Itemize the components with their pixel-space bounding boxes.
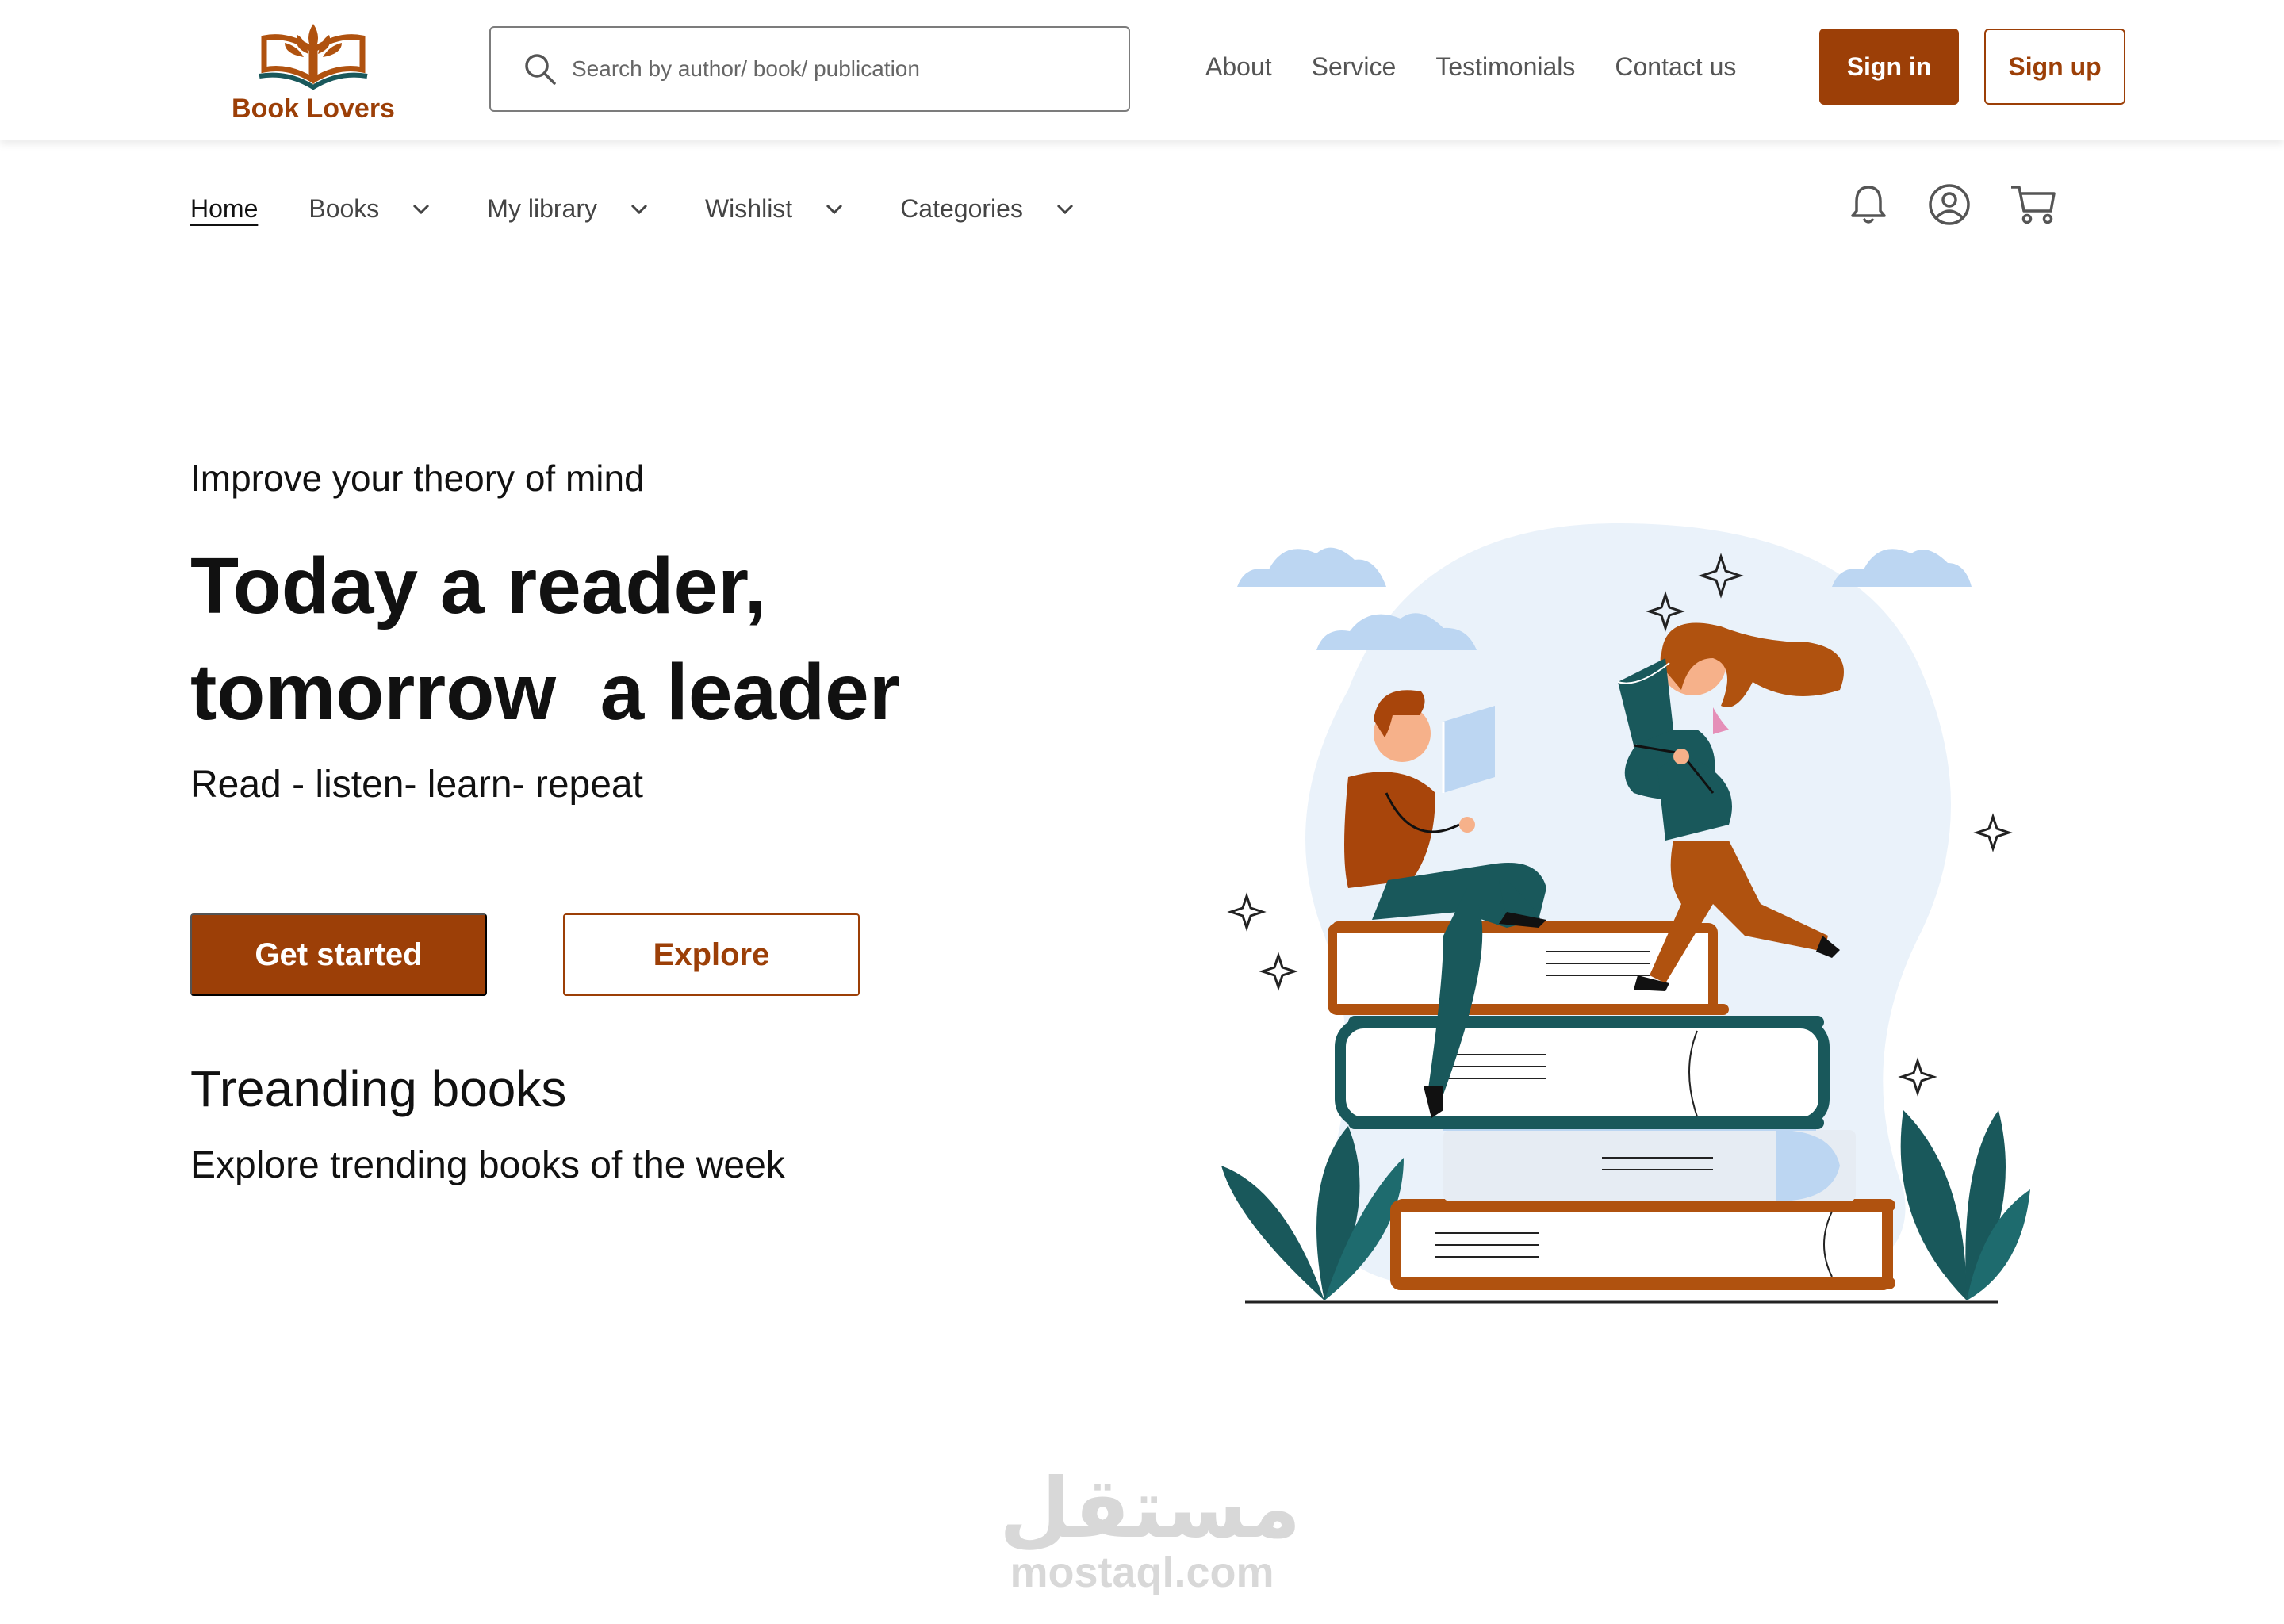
hero-title-line-2: tomorrow a leader [190,648,900,737]
nav-item-books[interactable]: Books [308,187,431,230]
search-icon [525,54,556,85]
hero-title: Today a reader, tomorrow a leader [190,533,900,745]
hero-eyebrow: Improve your theory of mind [190,458,645,499]
plant-right [1900,1110,2030,1300]
cloud [1832,549,1972,587]
logo[interactable]: Book Lovers [226,14,400,133]
get-started-button[interactable]: Get started [190,914,487,996]
explore-button[interactable]: Explore [563,914,860,996]
sign-in-button[interactable]: Sign in [1819,29,1959,105]
nav-item-wishlist-label: Wishlist [704,193,793,223]
hero-title-line-1: Today a reader, [190,542,767,630]
nav-item-books-label: Books [308,193,380,223]
hero-tagline: Read - listen- learn- repeat [190,764,643,806]
link-contact-us[interactable]: Contact us [1615,49,1736,84]
trending-title: Treanding books [190,1060,567,1117]
top-header: Book Lovers About Service Testimonials C… [0,0,2284,140]
cloud [1237,547,1386,587]
sparkle [1973,813,2013,852]
book-second [1335,1016,1830,1129]
nav-item-categories[interactable]: Categories [900,187,1075,230]
book-bottom [1390,1199,1895,1290]
watermark: مستقل mostaql.com [999,1460,1301,1596]
chevron-down-icon [630,204,648,215]
link-testimonials[interactable]: Testimonials [1435,49,1575,84]
link-about[interactable]: About [1205,49,1272,84]
trending-subtitle: Explore trending books of the week [190,1144,785,1186]
sign-up-button[interactable]: Sign up [1984,29,2125,105]
nav-item-wishlist[interactable]: Wishlist [705,187,845,230]
sparkle [1227,892,1267,932]
page: Book Lovers About Service Testimonials C… [0,0,2284,1624]
nav-item-my-library[interactable]: My library [487,187,650,230]
sparkle [1259,952,1298,991]
sparkle [1898,1057,1937,1097]
chevron-down-icon [826,204,843,215]
nav-item-categories-label: Categories [900,193,1023,223]
watermark-arabic: مستقل [999,1460,1301,1557]
search-input[interactable] [572,56,1095,82]
nav-item-my-library-label: My library [487,193,597,223]
user-icon[interactable] [1927,182,1972,227]
watermark-latin: mostaql.com [1010,1549,1274,1596]
nav-item-home[interactable]: Home [190,187,258,230]
search-box[interactable] [489,26,1130,112]
chevron-down-icon [1056,204,1073,215]
bell-icon[interactable] [1848,182,1889,227]
link-service[interactable]: Service [1312,49,1397,84]
open-book-logo-icon [259,24,368,90]
book-third [1443,1123,1856,1201]
brand-name: Book Lovers [232,94,395,124]
cart-icon[interactable] [2010,182,2057,227]
hero-illustration [1221,523,2030,1304]
top-links: About Service Testimonials Contact us [1205,49,1776,84]
main-nav: Home Books My library Wishlist Categorie… [190,187,1131,230]
chevron-down-icon [413,204,430,215]
nav-icons [1848,182,2057,227]
